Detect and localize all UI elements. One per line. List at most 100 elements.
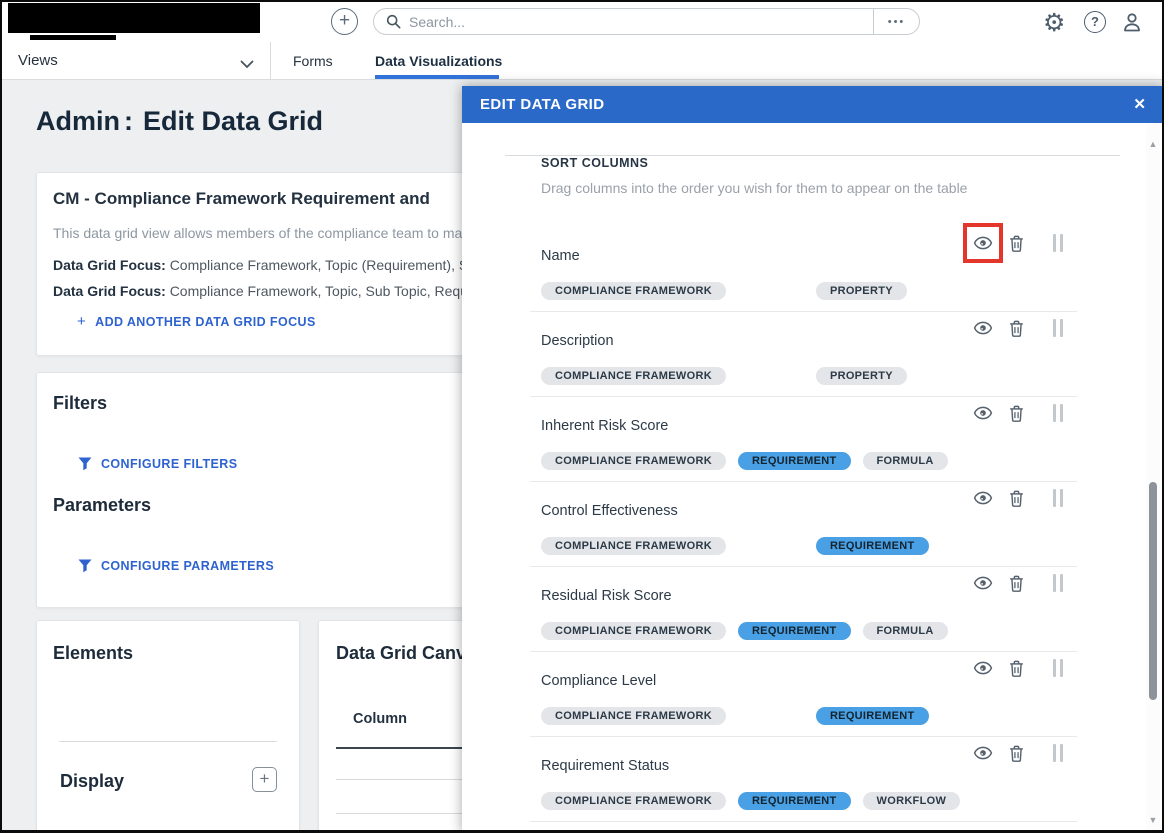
column-name: Residual Risk Score bbox=[541, 588, 672, 604]
column-header: Column bbox=[353, 711, 407, 727]
tab-forms[interactable]: Forms bbox=[293, 53, 333, 69]
views-dropdown[interactable]: Views bbox=[18, 52, 58, 69]
add-display-button[interactable]: + bbox=[252, 767, 277, 792]
drag-handle-icon[interactable] bbox=[1039, 574, 1063, 592]
app-logo-redacted bbox=[8, 3, 260, 33]
row-actions bbox=[973, 233, 1063, 253]
focus-value: Compliance Framework, Topic, Sub Topic, … bbox=[170, 283, 471, 299]
parameters-heading: Parameters bbox=[53, 495, 151, 516]
tag-pill: FORMULA bbox=[863, 622, 948, 640]
delete-trash-icon[interactable] bbox=[1006, 318, 1026, 338]
filter-funnel-icon bbox=[78, 559, 92, 573]
scrollbar-thumb[interactable] bbox=[1149, 482, 1157, 700]
delete-trash-icon[interactable] bbox=[1006, 573, 1026, 593]
column-name: Inherent Risk Score bbox=[541, 418, 668, 434]
column-row: Requirement Status COMPLIANCE FRAMEWORKRE… bbox=[530, 737, 1077, 822]
tag-pill: COMPLIANCE FRAMEWORK bbox=[541, 452, 726, 470]
page-title-main: Edit Data Grid bbox=[143, 106, 323, 137]
tag-pill: COMPLIANCE FRAMEWORK bbox=[541, 622, 726, 640]
page-title-separator: : bbox=[124, 106, 133, 137]
tag-pill: PROPERTY bbox=[816, 282, 907, 300]
scroll-up-arrow-icon[interactable]: ▲ bbox=[1146, 139, 1160, 149]
modal-scrollbar[interactable]: ▲ ▼ bbox=[1146, 123, 1160, 833]
drag-handle-icon[interactable] bbox=[1039, 319, 1063, 337]
row-actions bbox=[973, 318, 1063, 338]
column-row: Compliance LevelCOMPLIANCE FRAMEWORKREQU… bbox=[530, 652, 1077, 737]
modal-header: EDIT DATA GRID ✕ bbox=[462, 86, 1164, 123]
delete-trash-icon[interactable] bbox=[1006, 658, 1026, 678]
delete-trash-icon[interactable] bbox=[1006, 488, 1026, 508]
tag-list: COMPLIANCE FRAMEWORKREQUIREMENTFORMULA bbox=[541, 452, 948, 470]
tab-data-visualizations[interactable]: Data Visualizations bbox=[375, 53, 502, 69]
data-grid-focus-line: Data Grid Focus: Compliance Framework, T… bbox=[53, 283, 471, 299]
tag-list: COMPLIANCE FRAMEWORKREQUIREMENT bbox=[541, 537, 929, 555]
visibility-eye-icon[interactable] bbox=[973, 573, 993, 593]
visibility-eye-icon[interactable] bbox=[973, 488, 993, 508]
tag-pill: REQUIREMENT bbox=[816, 707, 929, 725]
column-name: Requirement Status bbox=[541, 758, 669, 774]
modal-title: EDIT DATA GRID bbox=[480, 86, 604, 123]
row-actions bbox=[973, 743, 1063, 763]
drag-handle-icon[interactable] bbox=[1039, 659, 1063, 677]
tag-list: COMPLIANCE FRAMEWORK REQUIREMENT bbox=[541, 707, 929, 725]
data-grid-name: CM - Compliance Framework Requirement an… bbox=[53, 189, 430, 209]
focus-value: Compliance Framework, Topic (Requirement… bbox=[170, 257, 476, 273]
tag-pill: COMPLIANCE FRAMEWORK bbox=[541, 792, 726, 810]
column-row: Description COMPLIANCE FRAMEWORK PROPERTY bbox=[530, 312, 1077, 397]
global-add-button[interactable]: + bbox=[331, 8, 358, 35]
column-name: Name bbox=[541, 248, 580, 264]
row-divider bbox=[530, 821, 1077, 822]
red-highlight-box bbox=[963, 223, 1003, 263]
delete-trash-icon[interactable] bbox=[1006, 403, 1026, 423]
tag-pill: FORMULA bbox=[863, 452, 948, 470]
tag-list: COMPLIANCE FRAMEWORK PROPERTY bbox=[541, 367, 907, 385]
elements-divider bbox=[59, 741, 277, 742]
elements-heading: Elements bbox=[53, 643, 133, 664]
drag-handle-icon[interactable] bbox=[1039, 489, 1063, 507]
visibility-eye-icon[interactable] bbox=[973, 743, 993, 763]
help-icon[interactable]: ? bbox=[1084, 11, 1106, 33]
user-avatar-icon[interactable] bbox=[1120, 10, 1144, 39]
search-placeholder: Search... bbox=[409, 14, 465, 30]
page-title-prefix: Admin bbox=[36, 106, 120, 137]
drag-handle-icon[interactable] bbox=[1039, 234, 1063, 252]
tag-pill: COMPLIANCE FRAMEWORK bbox=[541, 367, 726, 385]
add-focus-label: ADD ANOTHER DATA GRID FOCUS bbox=[95, 315, 316, 329]
settings-gear-icon[interactable]: ⚙ bbox=[1043, 6, 1065, 40]
focus-label: Data Grid Focus: bbox=[53, 257, 166, 273]
configure-filters-label: CONFIGURE FILTERS bbox=[101, 457, 237, 471]
configure-filters-link[interactable]: CONFIGURE FILTERS bbox=[78, 457, 237, 471]
row-actions bbox=[973, 488, 1063, 508]
visibility-eye-icon[interactable] bbox=[973, 318, 993, 338]
visibility-eye-icon[interactable] bbox=[973, 658, 993, 678]
data-grid-description: This data grid view allows members of th… bbox=[53, 225, 462, 241]
configure-parameters-link[interactable]: CONFIGURE PARAMETERS bbox=[78, 559, 274, 573]
tag-pill: COMPLIANCE FRAMEWORK bbox=[541, 537, 726, 555]
drag-handle-icon[interactable] bbox=[1039, 744, 1063, 762]
close-icon[interactable]: ✕ bbox=[1133, 95, 1146, 113]
sort-columns-hint: Drag columns into the order you wish for… bbox=[541, 180, 967, 196]
tag-pill: PROPERTY bbox=[816, 367, 907, 385]
visibility-eye-icon[interactable] bbox=[973, 233, 993, 253]
filter-funnel-icon bbox=[78, 457, 92, 471]
filters-heading: Filters bbox=[53, 393, 107, 414]
column-name: Description bbox=[541, 333, 614, 349]
column-name: Control Effectiveness bbox=[541, 503, 678, 519]
chevron-down-icon[interactable] bbox=[240, 56, 254, 74]
sort-columns-heading: SORT COLUMNS bbox=[541, 156, 648, 170]
plus-icon: + bbox=[77, 313, 86, 330]
search-more-button[interactable]: ••• bbox=[873, 9, 919, 34]
app-logo-redacted-strip bbox=[30, 35, 116, 40]
scroll-down-arrow-icon[interactable]: ▼ bbox=[1146, 815, 1160, 825]
visibility-eye-icon[interactable] bbox=[973, 403, 993, 423]
add-another-data-grid-focus-link[interactable]: + ADD ANOTHER DATA GRID FOCUS bbox=[77, 313, 316, 330]
configure-parameters-label: CONFIGURE PARAMETERS bbox=[101, 559, 274, 573]
tag-list: COMPLIANCE FRAMEWORKREQUIREMENTWORKFLOW bbox=[541, 792, 960, 810]
drag-handle-icon[interactable] bbox=[1039, 404, 1063, 422]
tag-pill: COMPLIANCE FRAMEWORK bbox=[541, 707, 726, 725]
search-input[interactable]: Search... ••• bbox=[373, 8, 920, 35]
app-screen: + Search... ••• ⚙ ? Views Forms Data Vis… bbox=[0, 0, 1164, 833]
delete-trash-icon[interactable] bbox=[1006, 233, 1026, 253]
top-bar: + Search... ••• ⚙ ? bbox=[2, 2, 1162, 42]
delete-trash-icon[interactable] bbox=[1006, 743, 1026, 763]
